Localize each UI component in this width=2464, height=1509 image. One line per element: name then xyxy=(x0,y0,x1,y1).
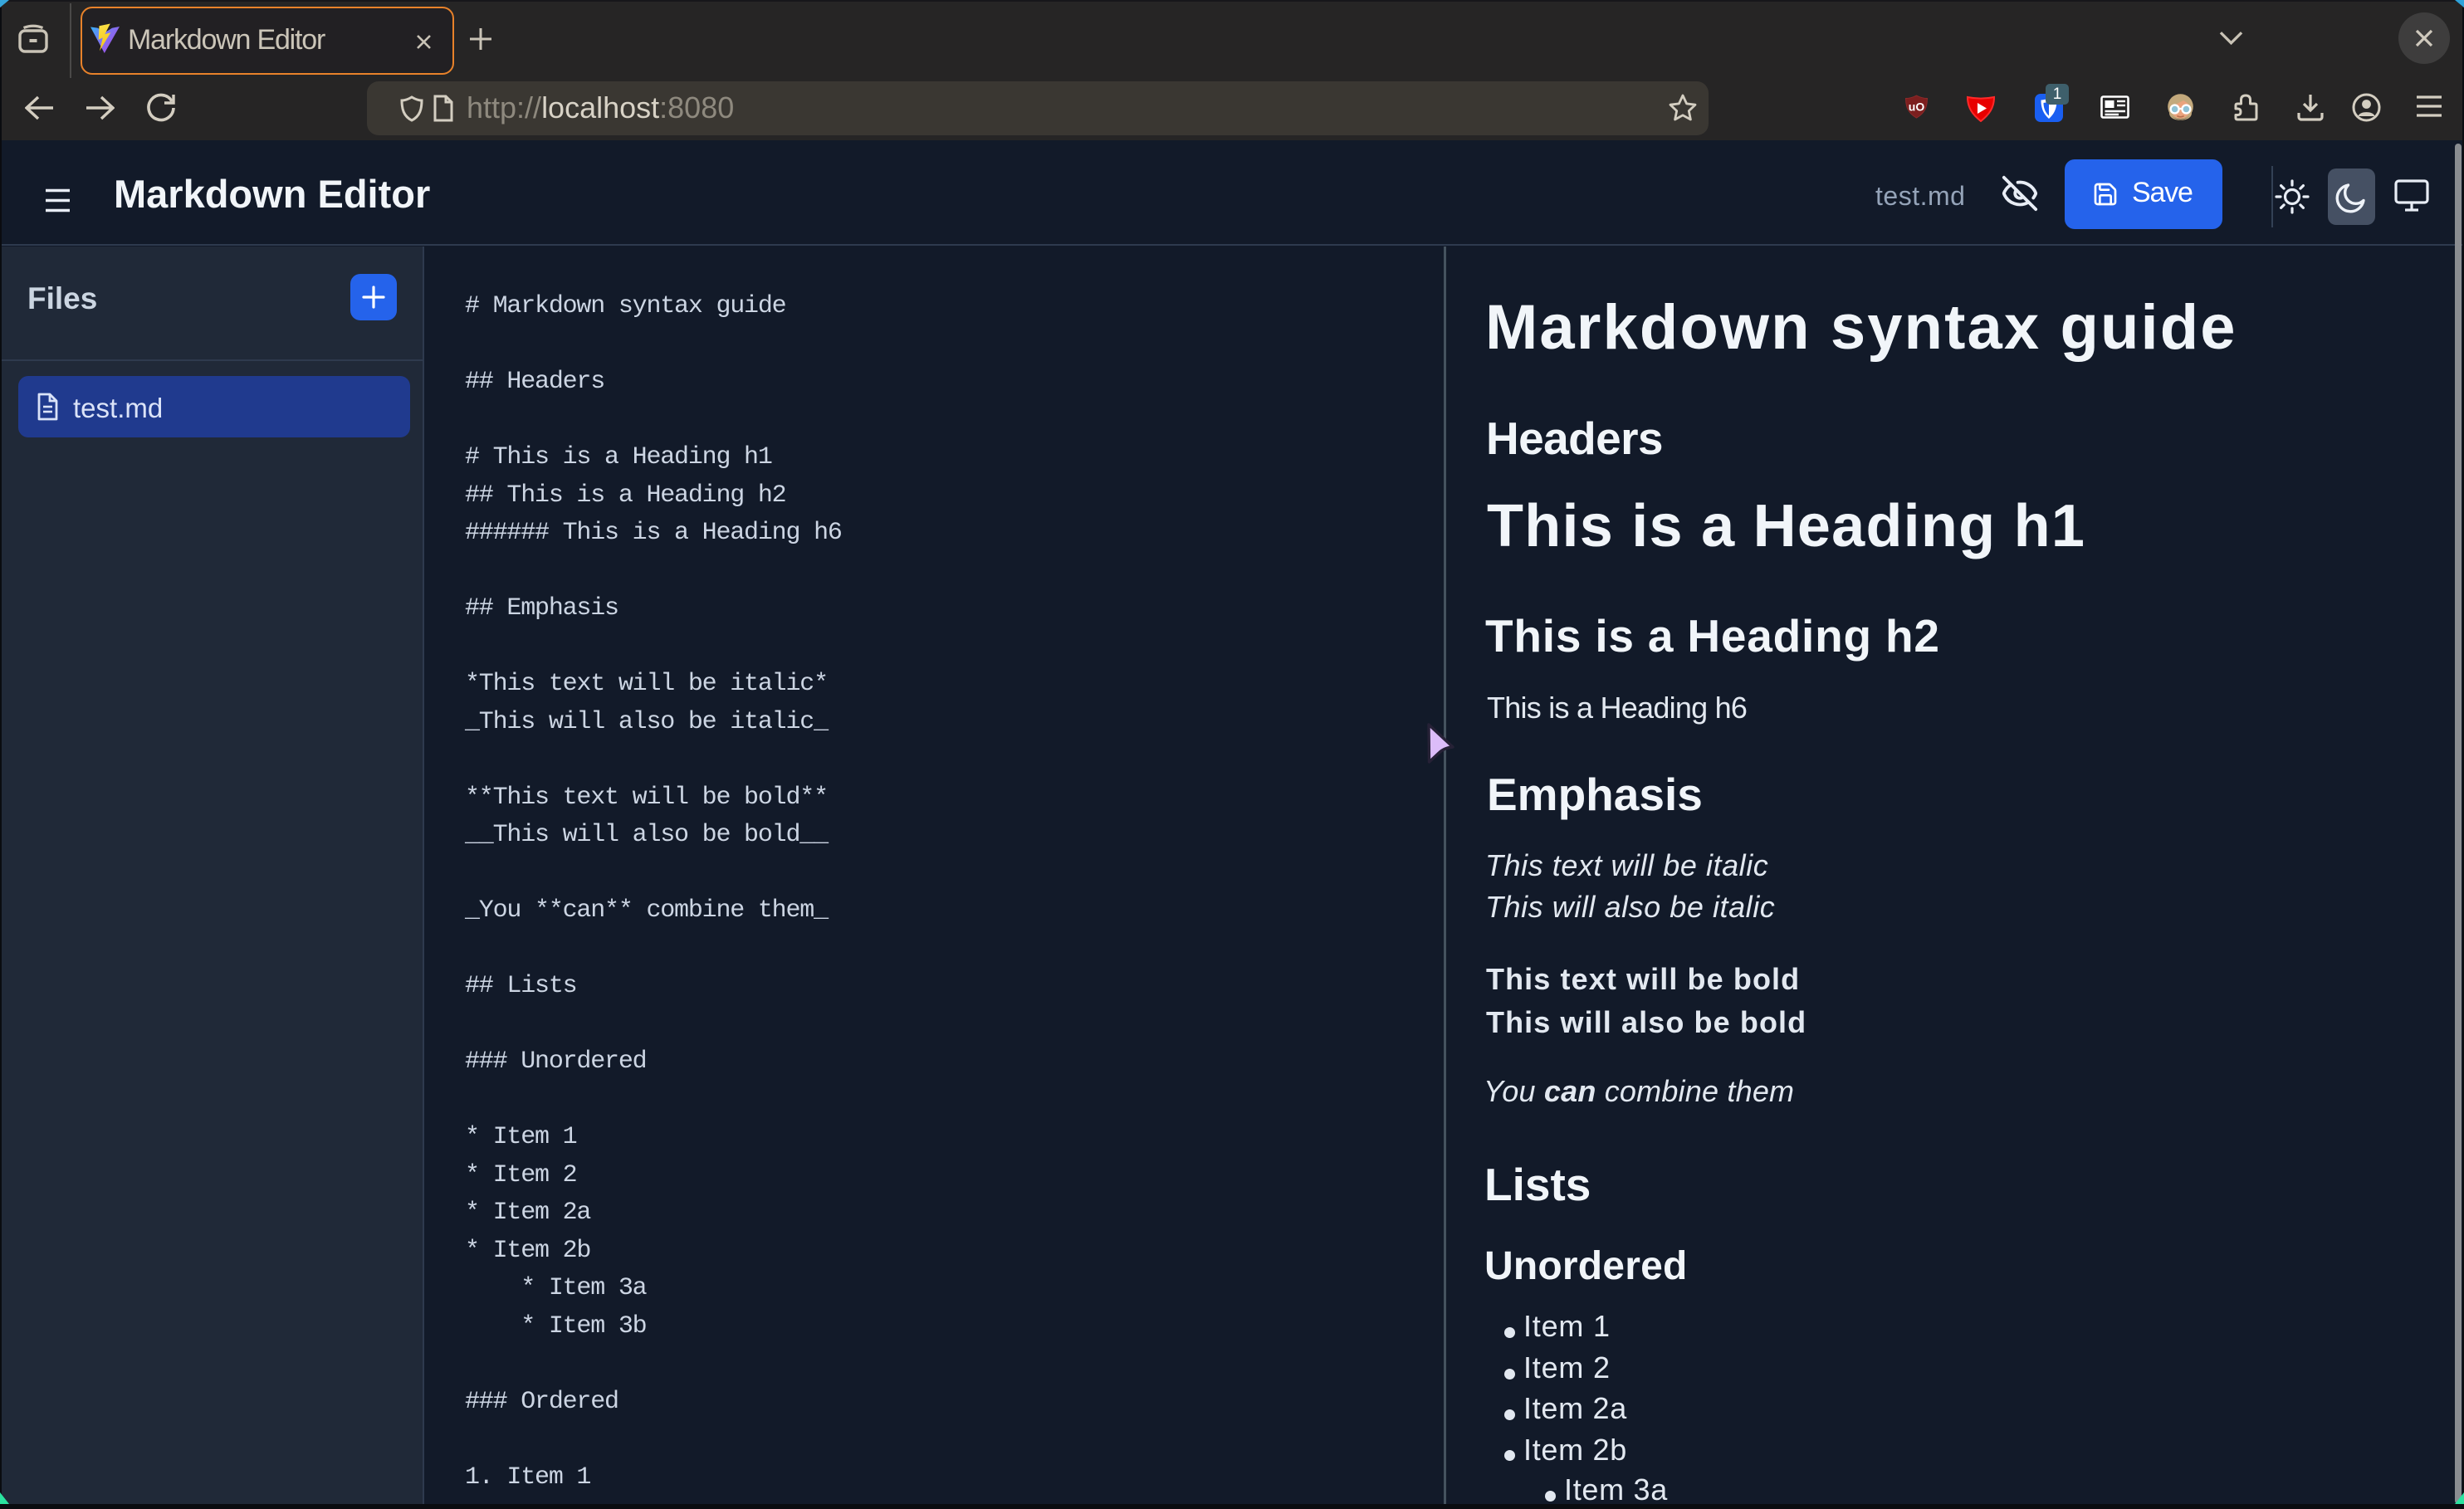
svg-text:uO: uO xyxy=(1909,100,1925,114)
